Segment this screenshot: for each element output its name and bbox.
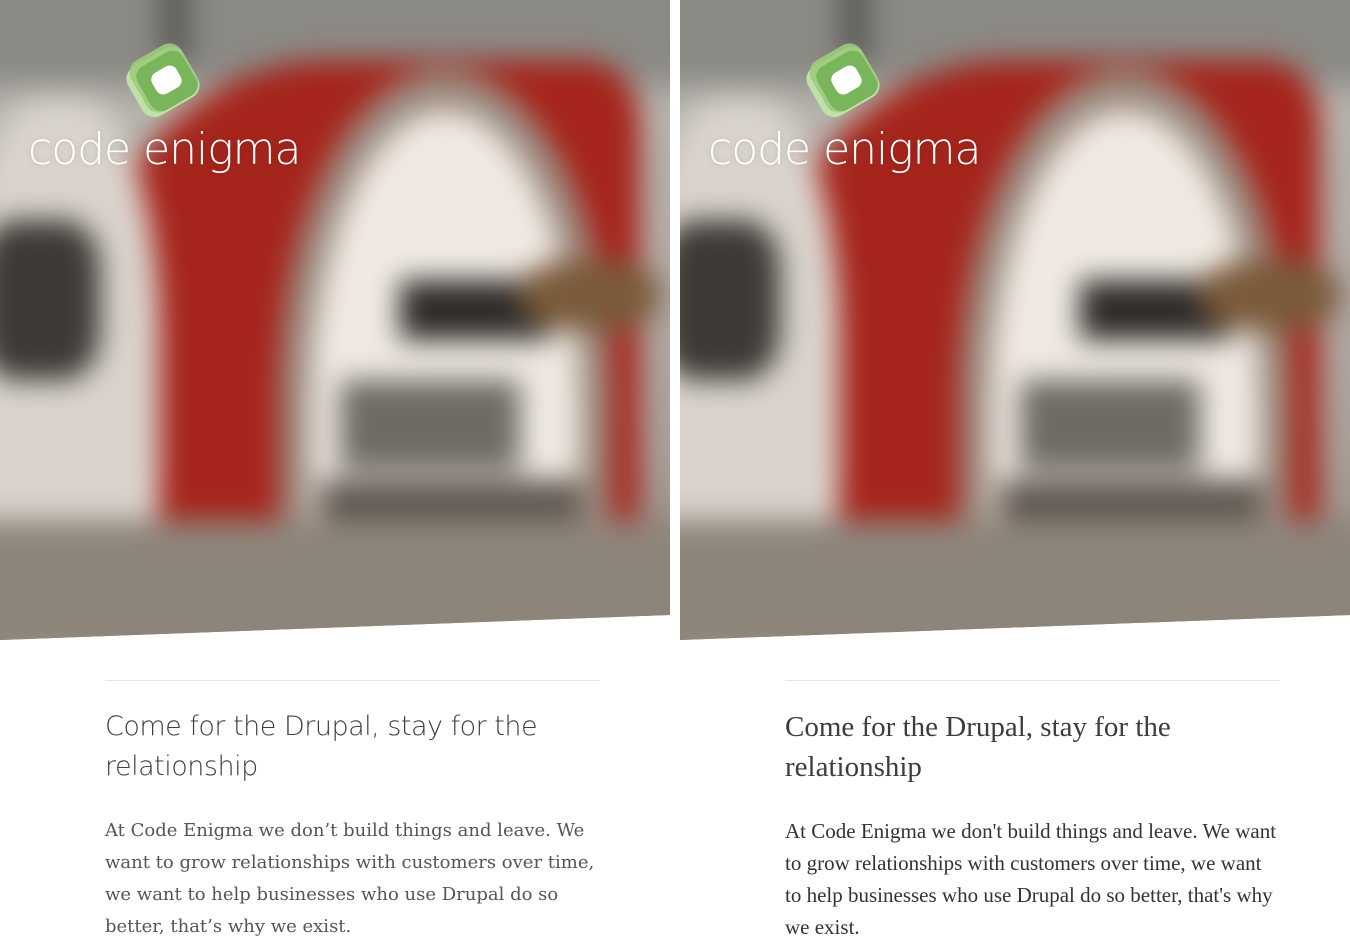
- left-panel: code enigma Come for the Drupal, stay fo…: [0, 0, 670, 941]
- section-body: At Code Enigma we don't build things and…: [785, 819, 1277, 939]
- intro-section: Come for the Drupal, stay for the relati…: [785, 680, 1280, 941]
- logo[interactable]: code enigma: [28, 32, 328, 192]
- section-body: At Code Enigma we don’t build things and…: [105, 820, 595, 937]
- divider: [105, 680, 600, 681]
- divider: [785, 680, 1280, 681]
- logo-text: code enigma: [28, 124, 302, 175]
- panel-gutter: [670, 0, 680, 941]
- right-panel: code enigma Come for the Drupal, stay fo…: [680, 0, 1350, 941]
- logo-text: code enigma: [708, 124, 982, 175]
- section-heading: Come for the Drupal, stay for the relati…: [785, 711, 1171, 783]
- logo[interactable]: code enigma: [708, 32, 1008, 192]
- section-heading: Come for the Drupal, stay for the relati…: [105, 711, 538, 782]
- code-enigma-logo-icon: [806, 43, 880, 118]
- intro-section: Come for the Drupal, stay for the relati…: [105, 680, 600, 941]
- code-enigma-logo-icon: [126, 43, 200, 118]
